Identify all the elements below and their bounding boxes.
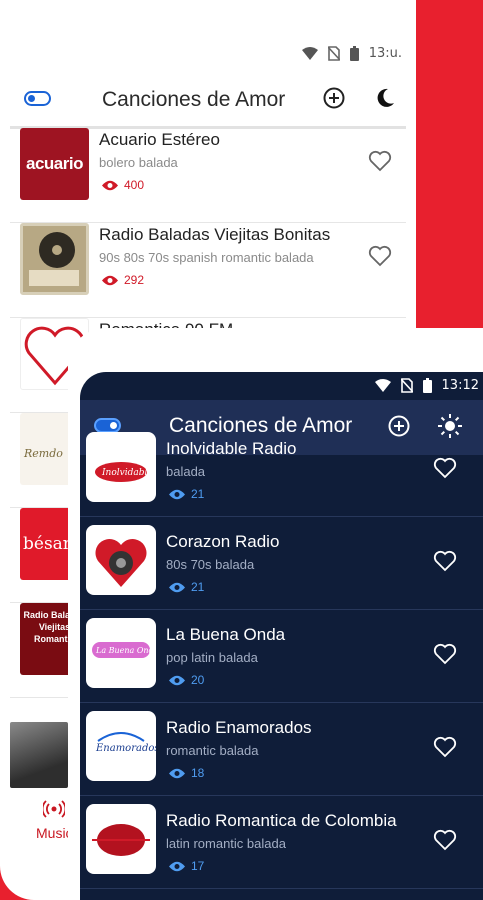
- favorite-heart-icon[interactable]: [368, 150, 392, 172]
- eye-icon: [102, 275, 118, 285]
- station-logo: La Buena Onda: [86, 618, 156, 688]
- status-bar: 13:u.: [0, 40, 416, 70]
- battery-icon: [422, 378, 432, 393]
- station-name: Radio Enamorados: [166, 718, 312, 737]
- status-time: 13:u.: [368, 46, 402, 61]
- wifi-icon: [374, 378, 391, 392]
- svg-text:Inolvidable: Inolvidable: [101, 468, 153, 478]
- station-name: Corazon Radio: [166, 532, 280, 551]
- station-row[interactable]: La Buena Onda La Buena Onda pop latin ba…: [80, 610, 483, 703]
- eye-icon: [169, 675, 185, 685]
- theme-toggle[interactable]: [24, 91, 51, 106]
- station-views: 20: [169, 673, 204, 687]
- no-sim-icon: [400, 378, 413, 393]
- station-genre: pop latin balada: [166, 650, 258, 665]
- dark-theme-phone: 13:12 Canciones de Amor Inolvidable Inol…: [68, 328, 483, 900]
- station-views: 21: [169, 580, 204, 594]
- station-logo: [86, 804, 156, 874]
- station-views: 18: [169, 766, 204, 780]
- station-logo: acuario: [20, 128, 89, 200]
- station-name: Acuario Estéreo: [99, 130, 220, 149]
- eye-icon: [169, 489, 185, 499]
- app-title: Canciones de Amor: [102, 88, 286, 111]
- radio-wave-icon: [42, 800, 67, 818]
- eye-icon: [169, 861, 185, 871]
- station-row[interactable]: Radio Baladas Viejitas Bonitas 90s 80s 7…: [10, 223, 406, 318]
- add-icon[interactable]: [323, 87, 345, 109]
- station-genre: 90s 80s 70s spanish romantic balada: [99, 250, 314, 265]
- favorite-heart-icon[interactable]: [433, 643, 457, 665]
- favorite-heart-icon[interactable]: [433, 829, 457, 851]
- wifi-icon: [301, 46, 318, 60]
- station-views: 400: [102, 178, 144, 192]
- battery-icon: [349, 46, 359, 61]
- station-row[interactable]: Radio Romantica de Colombia latin romant…: [80, 796, 483, 889]
- station-genre: bolero balada: [99, 155, 178, 170]
- svg-text:Enamorados: Enamorados: [95, 743, 156, 754]
- station-genre: latin romantic balada: [166, 836, 286, 851]
- station-views: 21: [169, 487, 204, 501]
- favorite-heart-icon[interactable]: [433, 736, 457, 758]
- station-row[interactable]: Corazon Radio 80s 70s balada 21: [80, 517, 483, 610]
- station-logo: [86, 525, 156, 595]
- station-logo: Enamorados: [86, 711, 156, 781]
- station-name: Inolvidable Radio: [166, 439, 297, 458]
- station-logo: [10, 722, 68, 788]
- station-list: Inolvidable Inolvidable Radio balada 21 …: [80, 432, 483, 889]
- station-genre: 80s 70s balada: [166, 557, 255, 572]
- favorite-heart-icon[interactable]: [368, 245, 392, 267]
- station-genre: balada: [166, 464, 206, 479]
- station-row[interactable]: Enamorados Radio Enamorados romantic bal…: [80, 703, 483, 796]
- favorite-heart-icon[interactable]: [433, 457, 457, 479]
- station-views: 17: [169, 859, 204, 873]
- status-time: 13:12: [441, 378, 479, 393]
- station-views: 292: [102, 273, 144, 287]
- station-row[interactable]: acuario Acuario Estéreo bolero balada 40…: [10, 128, 406, 223]
- station-logo: Inolvidable: [86, 432, 156, 502]
- svg-text:La Buena Onda: La Buena Onda: [95, 646, 156, 655]
- eye-icon: [169, 768, 185, 778]
- station-row[interactable]: Inolvidable Inolvidable Radio balada 21: [80, 424, 483, 517]
- station-name: Radio Romantica de Colombia: [166, 811, 397, 830]
- dark-screen: 13:12 Canciones de Amor Inolvidable Inol…: [80, 372, 483, 900]
- app-header: Canciones de Amor: [0, 76, 416, 126]
- station-name: La Buena Onda: [166, 625, 286, 644]
- no-sim-icon: [327, 46, 340, 61]
- station-genre: romantic balada: [166, 743, 259, 758]
- eye-icon: [169, 582, 185, 592]
- station-name: Radio Baladas Viejitas Bonitas: [99, 225, 331, 244]
- moon-icon[interactable]: [374, 87, 396, 109]
- eye-icon: [102, 180, 118, 190]
- svg-text:Remdo: Remdo: [23, 447, 63, 460]
- status-bar: 13:12: [80, 372, 483, 400]
- favorite-heart-icon[interactable]: [433, 550, 457, 572]
- station-logo: [20, 223, 89, 295]
